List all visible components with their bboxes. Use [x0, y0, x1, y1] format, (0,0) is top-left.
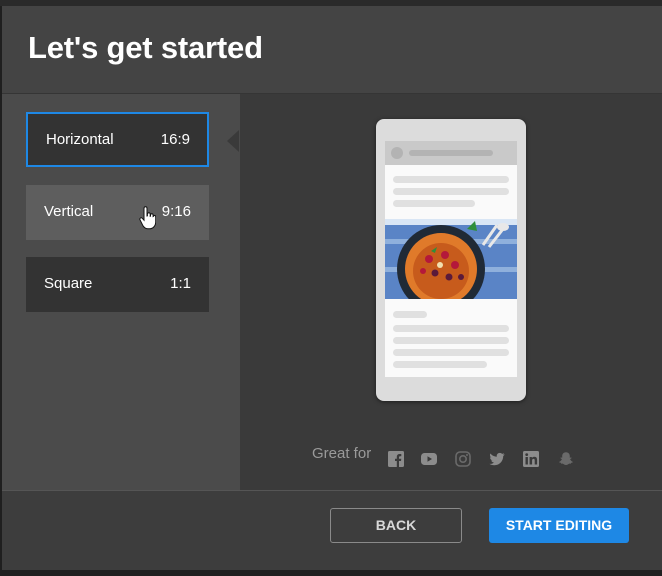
option-vertical[interactable]: Vertical 9:16 — [26, 185, 209, 240]
post-photo — [385, 219, 517, 299]
text-placeholder — [393, 311, 427, 318]
option-label: Horizontal — [46, 131, 114, 148]
option-square[interactable]: Square 1:1 — [26, 257, 209, 312]
option-ratio: 1:1 — [170, 275, 191, 292]
text-placeholder — [393, 188, 509, 195]
phone-screen — [385, 141, 517, 377]
linkedin-icon — [523, 451, 539, 467]
great-for-label: Great for — [312, 445, 372, 462]
dialog-header: Let's get started — [2, 6, 662, 94]
post-avatar — [391, 147, 403, 159]
text-placeholder — [393, 361, 487, 368]
post-header — [385, 141, 517, 165]
post-name-placeholder — [409, 150, 493, 156]
background-strip-bottom — [0, 570, 662, 576]
twitter-icon — [489, 452, 505, 466]
option-horizontal[interactable]: Horizontal 16:9 — [26, 112, 209, 167]
option-ratio: 16:9 — [160, 131, 190, 148]
facebook-icon — [388, 451, 404, 467]
youtube-icon — [421, 453, 437, 465]
dialog-title: Let's get started — [28, 30, 263, 65]
option-label: Square — [44, 275, 93, 292]
option-label: Vertical — [44, 203, 94, 220]
hand-cursor-icon — [139, 206, 156, 230]
text-placeholder — [393, 176, 509, 183]
start-editing-button[interactable]: START EDITING — [489, 508, 629, 543]
text-placeholder — [393, 325, 509, 332]
instagram-icon — [455, 451, 471, 467]
phone-preview — [376, 119, 526, 401]
text-placeholder — [393, 337, 509, 344]
text-placeholder — [393, 200, 475, 207]
food-bowl-image — [385, 219, 517, 299]
snapchat-icon — [559, 452, 573, 465]
option-ratio: 9:16 — [161, 203, 191, 220]
back-button[interactable]: BACK — [330, 508, 462, 543]
selection-pointer — [227, 130, 239, 152]
text-placeholder — [393, 349, 509, 356]
